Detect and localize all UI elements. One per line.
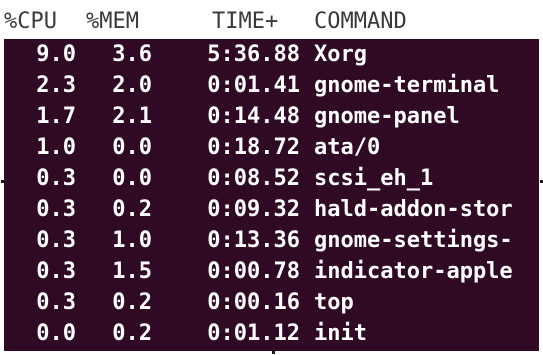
cpu-value: 1.7 [36, 104, 76, 129]
command-value: init [314, 321, 367, 346]
process-row[interactable]: 0.3 0.2 0:09.32 hald-addon-stor [4, 194, 539, 225]
process-row[interactable]: 9.0 3.6 5:36.88 Xorg [4, 39, 539, 70]
command-value: gnome-panel [314, 104, 460, 129]
cpu-value: 0.3 [36, 290, 76, 315]
time-value: 0:13.36 [207, 228, 300, 253]
mem-value: 1.0 [112, 228, 152, 253]
process-row[interactable]: 0.0 0.2 0:01.12 init [4, 318, 539, 349]
command-value: indicator-apple [314, 259, 513, 284]
command-value: Xorg [314, 42, 367, 67]
time-value: 0:14.48 [207, 104, 300, 129]
command-value: top [314, 290, 354, 315]
left-edge-marker [1, 180, 4, 183]
mem-value: 3.6 [112, 42, 152, 67]
mem-value: 0.0 [112, 135, 152, 160]
cpu-value: 1.0 [36, 135, 76, 160]
command-value: hald-addon-stor [314, 197, 513, 222]
mem-value: 0.0 [112, 166, 152, 191]
header-command[interactable]: COMMAND [314, 3, 434, 39]
bottom-edge-marker [272, 351, 275, 354]
time-value: 0:18.72 [207, 135, 300, 160]
cpu-value: 0.0 [36, 321, 76, 346]
time-value: 5:36.88 [207, 42, 300, 67]
process-row[interactable]: 0.3 0.0 0:08.52 scsi_eh_1 [4, 163, 539, 194]
cpu-value: 0.3 [36, 259, 76, 284]
mem-value: 0.2 [112, 197, 152, 222]
time-value: 0:00.78 [207, 259, 300, 284]
header-cpu[interactable]: %CPU [4, 3, 80, 39]
cpu-value: 0.3 [36, 228, 76, 253]
time-value: 0:00.16 [207, 290, 300, 315]
cpu-value: 0.3 [36, 166, 76, 191]
process-row[interactable]: 0.3 1.5 0:00.78 indicator-apple [4, 256, 539, 287]
process-row[interactable]: 1.7 2.1 0:14.48 gnome-panel [4, 101, 539, 132]
command-value: ata/0 [314, 135, 381, 160]
process-row[interactable]: 0.3 0.2 0:00.16 top [4, 287, 539, 318]
time-value: 0:01.41 [207, 73, 300, 98]
command-value: gnome-terminal [314, 73, 500, 98]
mem-value: 2.1 [112, 104, 152, 129]
header-mem[interactable]: %MEM [86, 3, 156, 39]
terminal-window[interactable]: %CPU %MEM TIME+ COMMAND 9.0 3.6 5:36.88 … [4, 3, 539, 351]
command-value: scsi_eh_1 [314, 166, 434, 191]
header-time[interactable]: TIME+ [212, 3, 306, 39]
mem-value: 0.2 [112, 290, 152, 315]
mem-value: 0.2 [112, 321, 152, 346]
mem-value: 1.5 [112, 259, 152, 284]
time-value: 0:09.32 [207, 197, 300, 222]
process-row[interactable]: 1.0 0.0 0:18.72 ata/0 [4, 132, 539, 163]
process-row[interactable]: 2.3 2.0 0:01.41 gnome-terminal [4, 70, 539, 101]
process-row[interactable]: 0.3 1.0 0:13.36 gnome-settings- [4, 225, 539, 256]
mem-value: 2.0 [112, 73, 152, 98]
time-value: 0:01.12 [207, 321, 300, 346]
process-table-header: %CPU %MEM TIME+ COMMAND [4, 3, 539, 39]
time-value: 0:08.52 [207, 166, 300, 191]
command-value: gnome-settings- [314, 228, 513, 253]
cpu-value: 0.3 [36, 197, 76, 222]
cpu-value: 2.3 [36, 73, 76, 98]
cpu-value: 9.0 [36, 42, 76, 67]
